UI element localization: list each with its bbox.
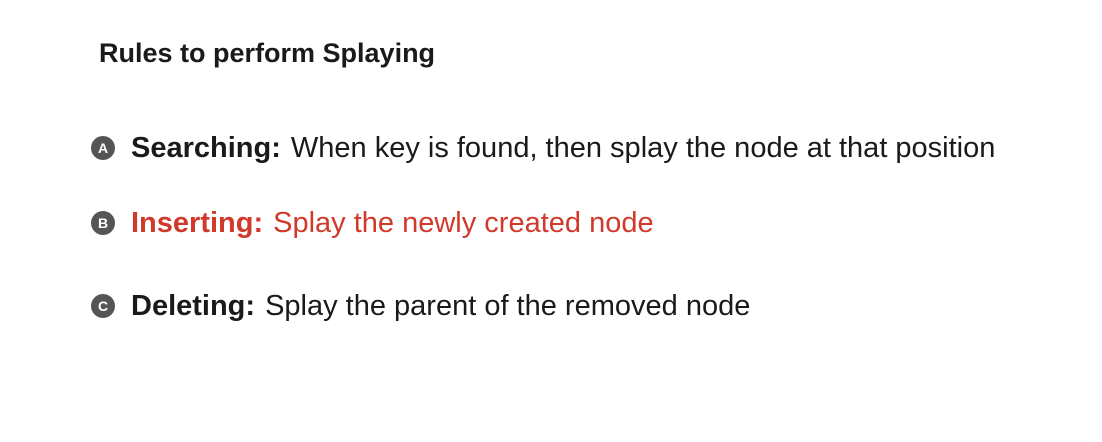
rule-deleting: C Deleting: Splay the parent of the remo… bbox=[91, 288, 750, 324]
badge-c-icon: C bbox=[91, 294, 115, 318]
page-title: Rules to perform Splaying bbox=[99, 38, 436, 68]
rule-term: Searching: bbox=[131, 132, 281, 164]
rule-description: Splay the newly created node bbox=[273, 207, 654, 239]
rule-term: Deleting: bbox=[131, 290, 256, 322]
rule-inserting: B Inserting: Splay the newly created nod… bbox=[91, 205, 654, 241]
rule-searching: A Searching: When key is found, then spl… bbox=[91, 130, 995, 166]
badge-a-icon: A bbox=[91, 136, 115, 160]
badge-b-icon: B bbox=[91, 211, 115, 235]
rule-description: When key is found, then splay the node a… bbox=[290, 132, 996, 164]
rule-description: Splay the parent of the removed node bbox=[265, 290, 751, 322]
rule-term: Inserting: bbox=[131, 207, 264, 239]
